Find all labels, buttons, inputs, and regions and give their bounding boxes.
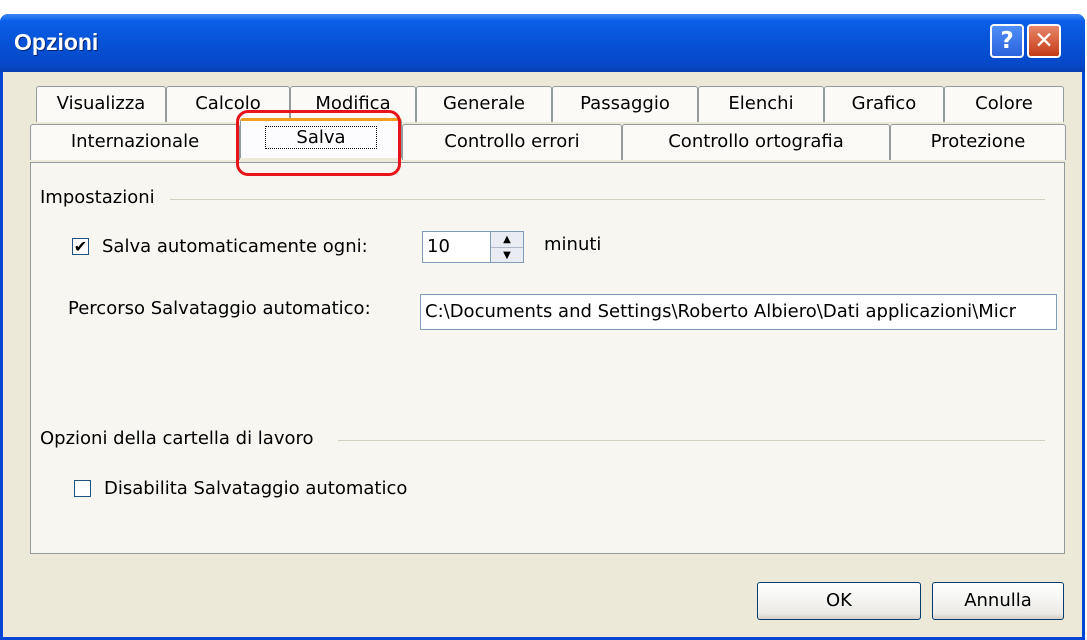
settings-group-line	[170, 199, 1045, 200]
checkmark-icon: ✔	[73, 237, 88, 256]
autosave-label: Salva automaticamente ogni:	[102, 236, 368, 257]
interval-spinner[interactable]: ▲ ▼	[490, 231, 524, 263]
settings-group-label: Impostazioni	[40, 187, 155, 208]
disable-autosave-label: Disabilita Salvataggio automatico	[104, 478, 408, 499]
interval-unit-label: minuti	[544, 234, 602, 255]
autosave-path-input[interactable]: C:\Documents and Settings\Roberto Albier…	[420, 294, 1057, 330]
autosave-path-label: Percorso Salvataggio automatico:	[68, 298, 371, 319]
spin-down-icon[interactable]: ▼	[491, 248, 523, 263]
disable-autosave-checkbox[interactable]	[74, 480, 91, 497]
workbook-group-line	[338, 440, 1045, 441]
panel-content: Impostazioni ✔ Salva automaticamente ogn…	[0, 0, 1087, 640]
interval-input[interactable]: 10	[422, 231, 492, 263]
workbook-group-label: Opzioni della cartella di lavoro	[40, 428, 314, 449]
spin-up-icon[interactable]: ▲	[491, 232, 523, 248]
highlight-annotation	[236, 110, 401, 176]
cancel-button[interactable]: Annulla	[932, 582, 1064, 620]
ok-button[interactable]: OK	[757, 582, 921, 620]
autosave-checkbox[interactable]: ✔	[72, 238, 89, 255]
